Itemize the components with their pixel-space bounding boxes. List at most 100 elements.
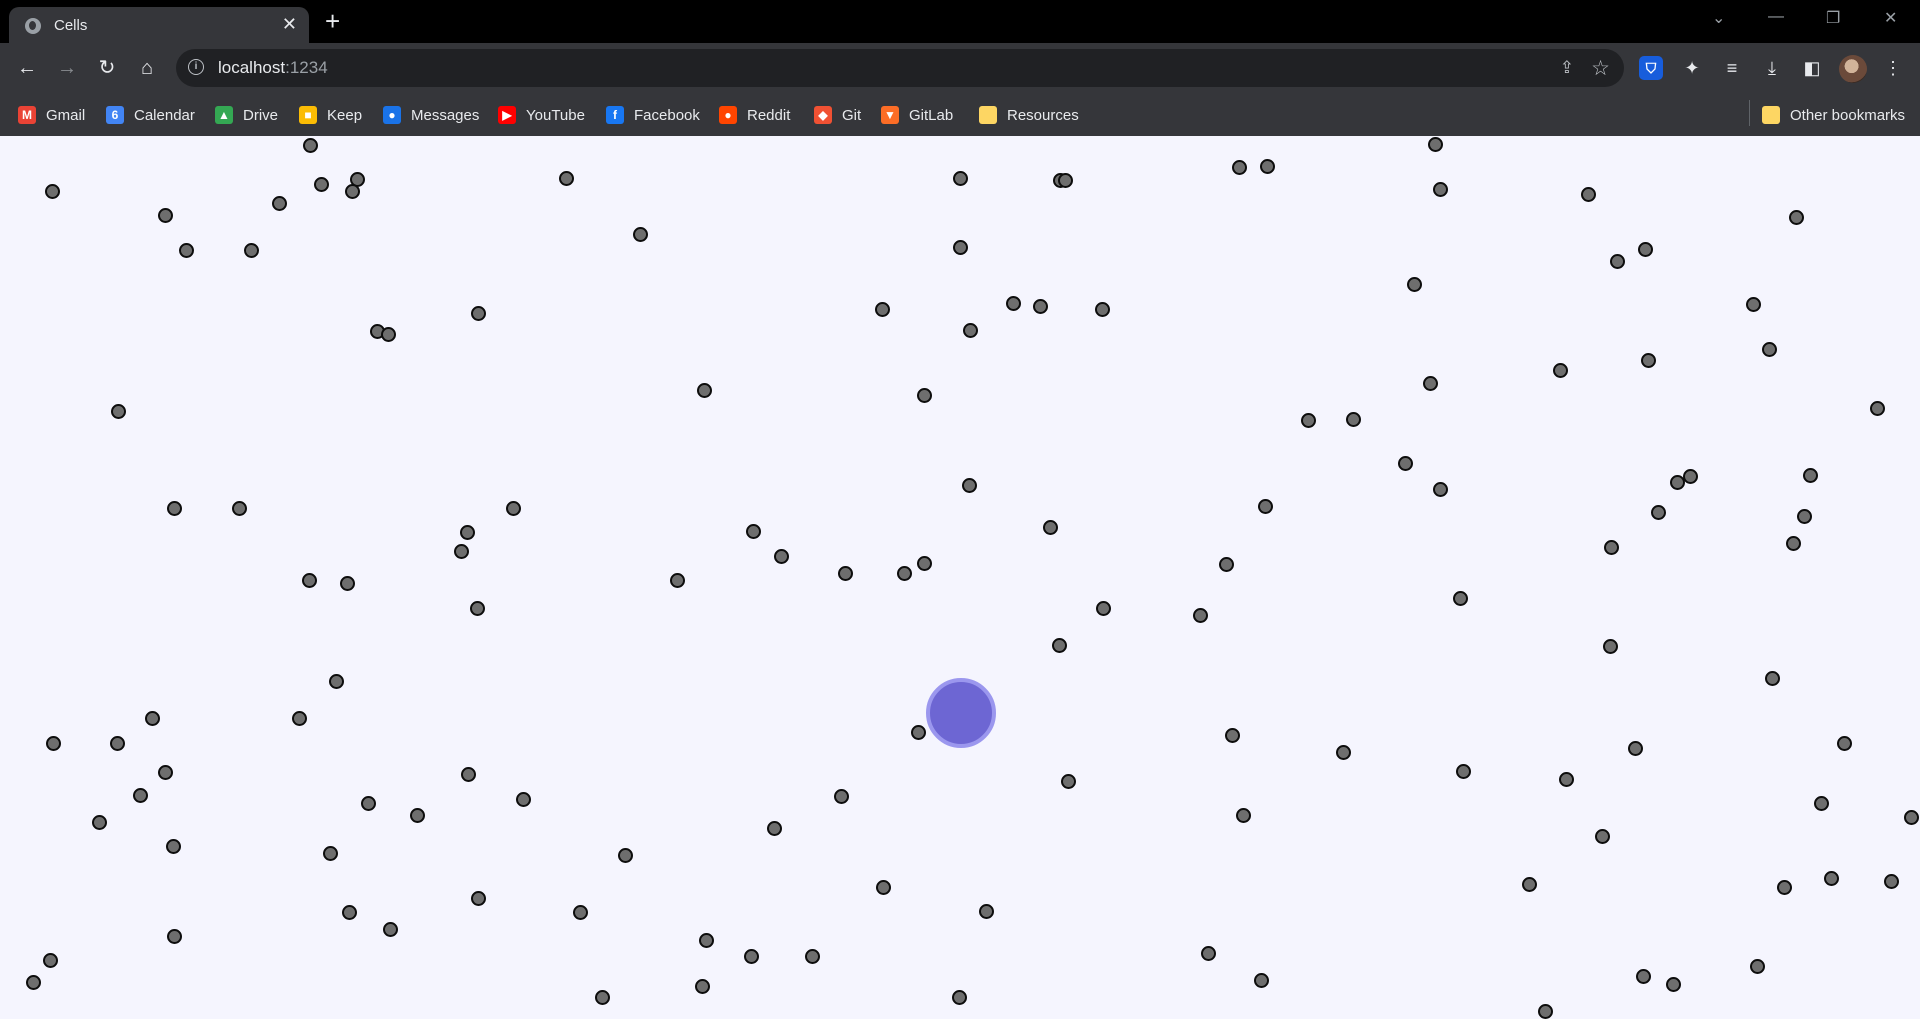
food-cell: [1638, 242, 1653, 257]
food-cell: [1777, 880, 1792, 895]
back-icon[interactable]: ←: [12, 53, 42, 83]
food-cell: [111, 404, 126, 419]
food-cell: [697, 383, 712, 398]
extensions-icon[interactable]: ✦: [1680, 56, 1704, 80]
food-cell: [1595, 829, 1610, 844]
food-cell: [1610, 254, 1625, 269]
reload-icon[interactable]: ↻: [92, 53, 122, 83]
profile-avatar[interactable]: [1839, 55, 1867, 83]
food-cell: [1407, 277, 1422, 292]
bookmark-youtube[interactable]: ▶ YouTube: [498, 103, 585, 127]
food-cell: [559, 171, 574, 186]
site-info-icon[interactable]: i: [188, 59, 204, 75]
toolbar: ← → ↻ ⌂ i localhost:1234 ⇪ ☆ ⛉ ✦ ≡ ⤓ ◧ ⋮: [0, 43, 1920, 94]
food-cell: [1803, 468, 1818, 483]
reddit-icon: ●: [719, 106, 737, 124]
bookmark-facebook[interactable]: f Facebook: [606, 103, 700, 127]
bookmark-gitlab[interactable]: ▼ GitLab: [881, 103, 953, 127]
tab-cells[interactable]: Cells ✕: [9, 7, 309, 43]
food-cell: [145, 711, 160, 726]
food-cell: [1666, 977, 1681, 992]
food-cell: [1336, 745, 1351, 760]
food-cell: [1789, 210, 1804, 225]
food-cell: [461, 767, 476, 782]
download-icon[interactable]: ⤓: [1760, 56, 1784, 80]
bookmark-label: Facebook: [634, 106, 700, 124]
bookmark-label: YouTube: [526, 106, 585, 124]
food-cell: [232, 501, 247, 516]
food-cell: [1786, 536, 1801, 551]
food-cell: [302, 573, 317, 588]
bookmark-label: Gmail: [46, 106, 86, 124]
player-cell: [926, 678, 996, 748]
food-cell: [1260, 159, 1275, 174]
food-cell: [158, 765, 173, 780]
food-cell: [1750, 959, 1765, 974]
food-cell: [875, 302, 890, 317]
bookmark-keep[interactable]: ■ Keep: [299, 103, 362, 127]
tab-search-icon[interactable]: ⌄: [1712, 8, 1725, 28]
address-bar[interactable]: i localhost:1234 ⇪ ☆: [176, 49, 1624, 87]
git-icon: ◆: [814, 106, 832, 124]
food-cell: [1581, 187, 1596, 202]
food-cell: [917, 556, 932, 571]
bookmark-resources[interactable]: Resources: [979, 103, 1079, 127]
food-cell: [1837, 736, 1852, 751]
food-cell: [1904, 810, 1919, 825]
food-cell: [342, 905, 357, 920]
bookmark-calendar[interactable]: 6 Calendar: [106, 103, 195, 127]
share-icon[interactable]: ⇪: [1560, 58, 1574, 78]
food-cell: [1522, 877, 1537, 892]
food-cell: [1033, 299, 1048, 314]
food-cell: [167, 501, 182, 516]
restore-icon[interactable]: ❐: [1826, 8, 1840, 28]
food-cell: [1225, 728, 1240, 743]
bookmark-drive[interactable]: ▲ Drive: [215, 103, 278, 127]
minimize-icon[interactable]: —: [1768, 8, 1784, 26]
food-cell: [1603, 639, 1618, 654]
food-cell: [1043, 520, 1058, 535]
bookmark-git[interactable]: ◆ Git: [814, 103, 861, 127]
bitwarden-icon[interactable]: ⛉: [1639, 56, 1663, 80]
food-cell: [314, 177, 329, 192]
food-cell: [345, 184, 360, 199]
food-cell: [774, 549, 789, 564]
food-cell: [340, 576, 355, 591]
bookmark-reddit[interactable]: ● Reddit: [719, 103, 790, 127]
home-icon[interactable]: ⌂: [132, 53, 162, 83]
food-cell: [1870, 401, 1885, 416]
food-cell: [381, 327, 396, 342]
close-window-icon[interactable]: ✕: [1884, 8, 1897, 28]
food-cell: [838, 566, 853, 581]
food-cell: [1201, 946, 1216, 961]
food-cell: [979, 904, 994, 919]
food-cell: [1258, 499, 1273, 514]
food-cell: [1746, 297, 1761, 312]
bookmark-label: Calendar: [134, 106, 195, 124]
game-canvas[interactable]: [0, 136, 1920, 1019]
bookmark-star-icon[interactable]: ☆: [1591, 56, 1610, 81]
new-tab-button[interactable]: +: [325, 6, 340, 36]
food-cell: [834, 789, 849, 804]
youtube-icon: ▶: [498, 106, 516, 124]
calendar-icon: 6: [106, 106, 124, 124]
food-cell: [1398, 456, 1413, 471]
tab-strip: Cells ✕ + ⌄ — ❐ ✕: [0, 0, 1920, 43]
food-cell: [361, 796, 376, 811]
forward-icon[interactable]: →: [52, 53, 82, 83]
food-cell: [917, 388, 932, 403]
food-cell: [767, 821, 782, 836]
food-cell: [744, 949, 759, 964]
media-icon[interactable]: ≡: [1720, 56, 1744, 80]
bookmark-messages[interactable]: ● Messages: [383, 103, 479, 127]
food-cell: [953, 240, 968, 255]
menu-icon[interactable]: ⋮: [1881, 56, 1905, 80]
food-cell: [1636, 969, 1651, 984]
url-host: localhost: [218, 58, 286, 77]
close-tab-icon[interactable]: ✕: [282, 15, 297, 33]
other-bookmarks[interactable]: Other bookmarks: [1762, 103, 1905, 127]
food-cell: [618, 848, 633, 863]
bookmark-gmail[interactable]: M Gmail: [18, 103, 85, 127]
food-cell: [962, 478, 977, 493]
side-panel-icon[interactable]: ◧: [1800, 56, 1824, 80]
